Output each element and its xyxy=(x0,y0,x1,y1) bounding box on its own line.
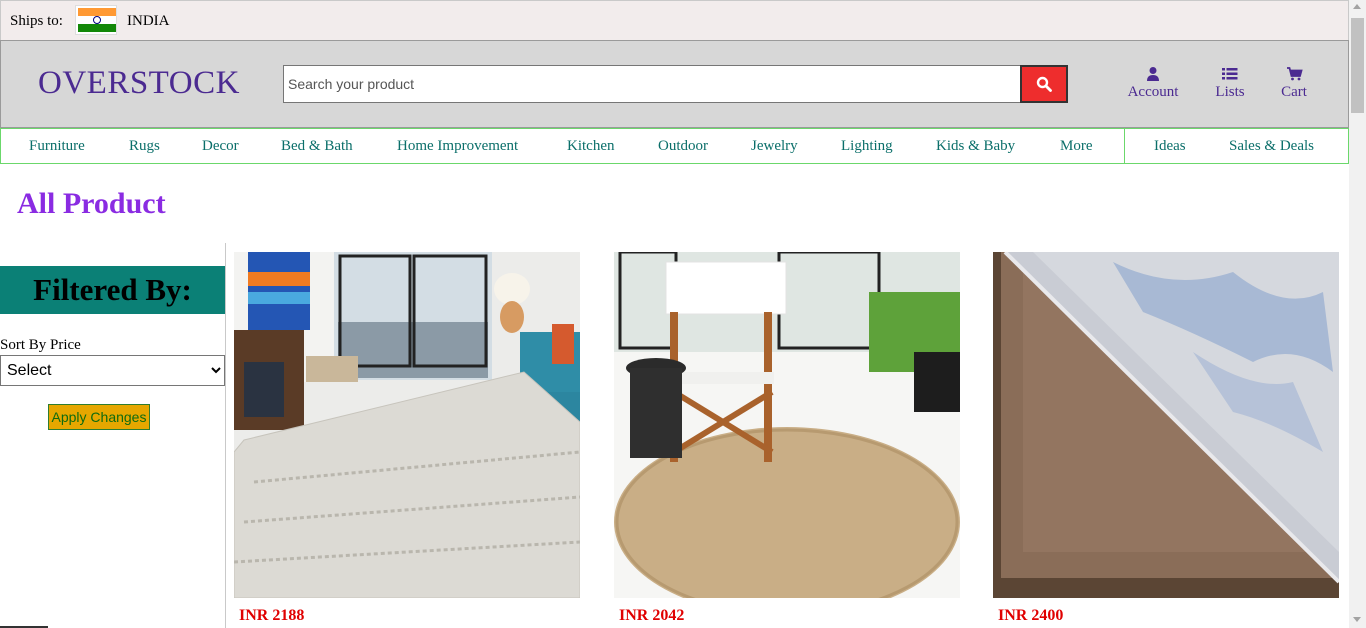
nav-item-sales-deals[interactable]: Sales & Deals xyxy=(1229,138,1314,155)
nav-item-home-improvement[interactable]: Home Improvement xyxy=(397,138,518,155)
sort-label: Sort By Price xyxy=(0,337,81,353)
ships-to-label: Ships to: xyxy=(10,13,63,29)
nav-item-more[interactable]: More xyxy=(1060,138,1093,155)
page-scrollbar[interactable] xyxy=(1349,0,1366,628)
nav-item-ideas[interactable]: Ideas xyxy=(1154,138,1186,155)
user-icon xyxy=(1147,67,1159,81)
apply-changes-button[interactable]: Apply Changes xyxy=(48,404,150,430)
nav-item-rugs[interactable]: Rugs xyxy=(129,138,160,155)
product-image[interactable] xyxy=(993,252,1339,598)
sidebar-divider xyxy=(225,243,226,628)
page-title: All Product xyxy=(17,187,166,220)
account-link[interactable]: Account xyxy=(1125,66,1181,101)
product-image[interactable] xyxy=(234,252,580,598)
cart-icon xyxy=(1287,67,1303,81)
scroll-up-arrow-icon[interactable] xyxy=(1353,4,1361,9)
lists-label: Lists xyxy=(1215,84,1245,100)
search-icon xyxy=(1036,76,1052,92)
country-name: INDIA xyxy=(127,13,170,29)
list-icon xyxy=(1222,68,1238,80)
lists-link[interactable]: Lists xyxy=(1209,66,1251,101)
filter-heading: Filtered By: xyxy=(0,266,225,314)
site-header: OVERSTOCK Account Lists Cart xyxy=(0,40,1349,128)
product-price: INR 2188 xyxy=(239,607,305,624)
nav-item-bed-bath[interactable]: Bed & Bath xyxy=(281,138,353,155)
site-logo[interactable]: OVERSTOCK xyxy=(38,65,240,102)
product-image[interactable] xyxy=(614,252,960,598)
account-label: Account xyxy=(1127,84,1179,100)
product-price: INR 2400 xyxy=(998,607,1064,624)
scroll-down-arrow-icon[interactable] xyxy=(1353,617,1361,622)
cart-label: Cart xyxy=(1281,84,1307,100)
product-card[interactable]: INR 2400 xyxy=(993,252,1339,628)
category-nav: Furniture Rugs Decor Bed & Bath Home Imp… xyxy=(0,128,1349,164)
product-price: INR 2042 xyxy=(619,607,685,624)
nav-item-outdoor[interactable]: Outdoor xyxy=(658,138,708,155)
nav-item-decor[interactable]: Decor xyxy=(202,138,239,155)
nav-item-lighting[interactable]: Lighting xyxy=(841,138,893,155)
search-input[interactable] xyxy=(283,65,1021,103)
scrollbar-thumb[interactable] xyxy=(1351,18,1364,113)
india-flag-icon xyxy=(75,5,117,35)
ships-to-bar: Ships to: INDIA xyxy=(0,0,1349,40)
product-card[interactable]: INR 2188 xyxy=(234,252,580,628)
sort-by-price-select[interactable]: Select xyxy=(0,355,225,386)
nav-item-jewelry[interactable]: Jewelry xyxy=(751,138,798,155)
nav-item-furniture[interactable]: Furniture xyxy=(29,138,85,155)
nav-item-kitchen[interactable]: Kitchen xyxy=(567,138,614,155)
cart-link[interactable]: Cart xyxy=(1273,66,1315,101)
search-button[interactable] xyxy=(1020,65,1068,103)
nav-item-kids-baby[interactable]: Kids & Baby xyxy=(936,138,1015,155)
product-card[interactable]: INR 2042 xyxy=(614,252,960,628)
nav-divider xyxy=(1124,129,1125,163)
